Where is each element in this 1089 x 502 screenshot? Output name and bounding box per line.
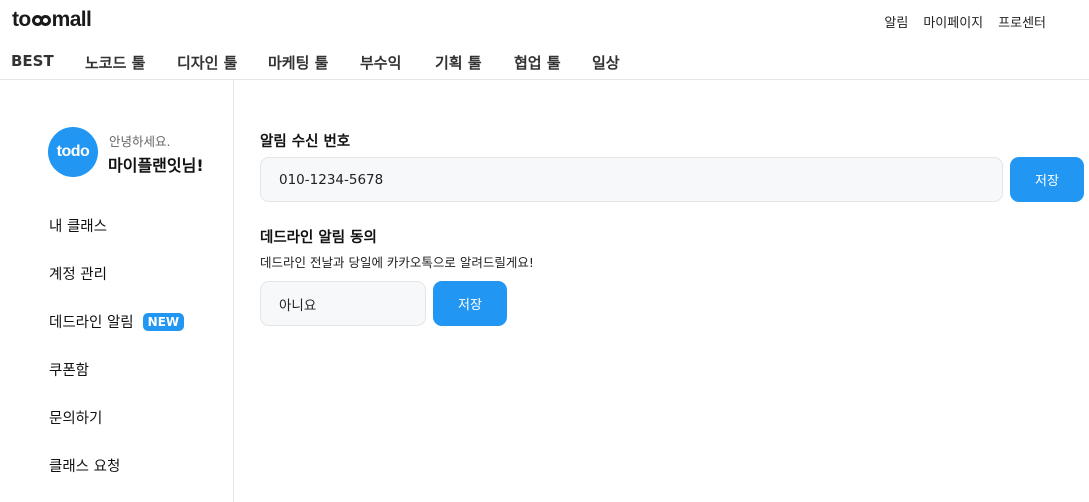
nav-item-design[interactable]: 디자인 툴: [177, 52, 237, 73]
procenter-link[interactable]: 프로센터: [998, 12, 1046, 31]
nav-item-daily[interactable]: 일상: [592, 52, 620, 73]
header-links: 알림 마이페이지 프로센터: [884, 12, 1046, 31]
avatar-logo-text: todo: [56, 143, 90, 160]
phone-section-title: 알림 수신 번호: [260, 134, 351, 150]
save-phone-button[interactable]: 저장: [1010, 157, 1084, 202]
deadline-description: 데드라인 전날과 당일에 카카오톡으로 알려드릴게요!: [260, 255, 534, 270]
logo-prefix: to: [12, 8, 31, 31]
sidebar-item-class-request[interactable]: 클래스 요청: [49, 455, 120, 476]
phone-number-input[interactable]: 010-1234-5678: [260, 157, 1003, 202]
nav-item-marketing[interactable]: 마케팅 툴: [268, 52, 328, 73]
deadline-section-title: 데드라인 알림 동의: [260, 230, 377, 246]
logo-loop-icon: [31, 14, 51, 26]
mypage-link[interactable]: 마이페이지: [923, 12, 983, 31]
nav-item-nocode[interactable]: 노코드 툴: [85, 52, 145, 73]
sidebar: todo 안녕하세요. 마이플랜잇님! 내 클래스 계정 관리 데드라인 알림 …: [0, 80, 234, 502]
user-name: 마이플랜잇님!: [108, 156, 204, 175]
main-content: 알림 수신 번호 010-1234-5678 저장 데드라인 알림 동의 데드라…: [234, 80, 1089, 502]
sidebar-item-label: 문의하기: [49, 411, 103, 427]
notifications-link[interactable]: 알림: [884, 12, 908, 31]
todomall-logo[interactable]: to mall: [12, 8, 92, 32]
sidebar-item-account[interactable]: 계정 관리: [49, 263, 107, 284]
nav-item-planning[interactable]: 기획 툴: [435, 52, 482, 73]
top-bar: to mall 알림 마이페이지 프로센터: [0, 0, 1089, 42]
avatar: todo: [48, 127, 98, 177]
nav-item-collab[interactable]: 협업 툴: [514, 52, 561, 73]
sidebar-item-my-classes[interactable]: 내 클래스: [49, 215, 107, 236]
phone-number-value: 010-1234-5678: [279, 171, 384, 188]
nav-item-side-income[interactable]: 부수익: [360, 52, 401, 73]
logo-suffix: mall: [51, 8, 92, 31]
category-nav: BEST 노코드 툴 디자인 툴 마케팅 툴 부수익 기획 툴 협업 툴 일상: [0, 50, 1089, 80]
deadline-consent-select[interactable]: 아니요: [260, 281, 426, 326]
save-deadline-button[interactable]: 저장: [433, 281, 507, 326]
sidebar-item-label: 클래스 요청: [49, 459, 121, 475]
sidebar-item-label: 데드라인 알림: [49, 315, 134, 331]
greeting: 안녕하세요.: [109, 134, 171, 149]
new-badge: NEW: [142, 312, 185, 331]
nav-item-best[interactable]: BEST: [11, 52, 54, 70]
sidebar-item-coupons[interactable]: 쿠폰함: [49, 359, 89, 380]
deadline-consent-value: 아니요: [279, 297, 317, 314]
sidebar-item-deadline-alert[interactable]: 데드라인 알림 NEW: [49, 311, 185, 332]
sidebar-item-inquiry[interactable]: 문의하기: [49, 407, 102, 428]
sidebar-item-label: 계정 관리: [49, 267, 107, 283]
sidebar-item-label: 내 클래스: [49, 219, 107, 235]
sidebar-item-label: 쿠폰함: [49, 363, 90, 379]
